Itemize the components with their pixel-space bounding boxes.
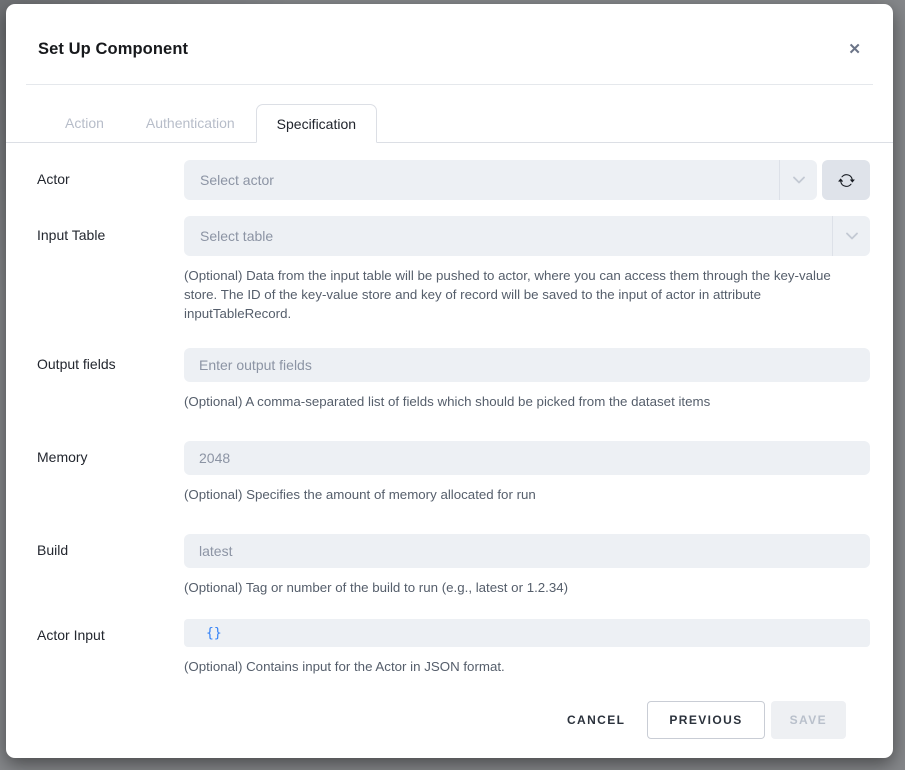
actor-input-json-value: {}: [206, 626, 222, 641]
tab-bar: Action Authentication Specification: [6, 85, 893, 143]
output-fields-help: (Optional) A comma-separated list of fie…: [184, 392, 844, 411]
close-icon: ✕: [848, 41, 861, 58]
input-table-select[interactable]: Select table: [184, 216, 870, 256]
memory-label: Memory: [37, 441, 184, 504]
actor-input-help: (Optional) Contains input for the Actor …: [184, 657, 844, 676]
output-fields-label: Output fields: [37, 348, 184, 411]
build-input[interactable]: [184, 534, 870, 568]
actor-input-json-editor[interactable]: {}: [184, 619, 870, 647]
chevron-down-icon[interactable]: [780, 176, 817, 184]
form-row-actor-input: Actor Input {} (Optional) Contains input…: [37, 619, 870, 676]
form-row-input-table: Input Table Select table (Optional) Data…: [37, 216, 870, 323]
chevron-down-icon[interactable]: [833, 232, 870, 240]
build-label: Build: [37, 534, 184, 597]
actor-select-placeholder: Select actor: [200, 172, 274, 188]
setup-component-modal: Set Up Component ✕ Action Authentication…: [6, 4, 893, 758]
input-table-select-suffix: [832, 216, 870, 256]
actor-select[interactable]: Select actor: [184, 160, 817, 200]
refresh-icon: [838, 172, 855, 189]
actor-select-suffix: [779, 160, 817, 200]
form-row-build: Build (Optional) Tag or number of the bu…: [37, 534, 870, 597]
form-row-memory: Memory (Optional) Specifies the amount o…: [37, 441, 870, 504]
modal-title: Set Up Component: [38, 40, 188, 59]
build-help: (Optional) Tag or number of the build to…: [184, 578, 844, 597]
form-row-actor: Actor Select actor: [37, 160, 870, 200]
cancel-button[interactable]: CANCEL: [551, 701, 641, 739]
actor-label: Actor: [37, 160, 184, 200]
tab-specification[interactable]: Specification: [256, 104, 377, 143]
tab-action[interactable]: Action: [44, 103, 125, 142]
tab-authentication[interactable]: Authentication: [125, 103, 256, 142]
modal-header: Set Up Component ✕: [6, 4, 893, 84]
memory-input[interactable]: [184, 441, 870, 475]
input-table-select-placeholder: Select table: [200, 228, 273, 244]
modal-body: Actor Select actor: [6, 143, 893, 758]
refresh-button[interactable]: [822, 160, 870, 200]
previous-button[interactable]: PREVIOUS: [647, 701, 764, 739]
actor-input-label: Actor Input: [37, 619, 184, 676]
save-button: SAVE: [771, 701, 846, 739]
input-table-help: (Optional) Data from the input table wil…: [184, 266, 844, 323]
modal-footer: CANCEL PREVIOUS SAVE: [37, 676, 870, 739]
memory-help: (Optional) Specifies the amount of memor…: [184, 485, 844, 504]
input-table-label: Input Table: [37, 216, 184, 323]
output-fields-input[interactable]: [184, 348, 870, 382]
form-row-output-fields: Output fields (Optional) A comma-separat…: [37, 348, 870, 411]
close-button[interactable]: ✕: [844, 38, 865, 61]
